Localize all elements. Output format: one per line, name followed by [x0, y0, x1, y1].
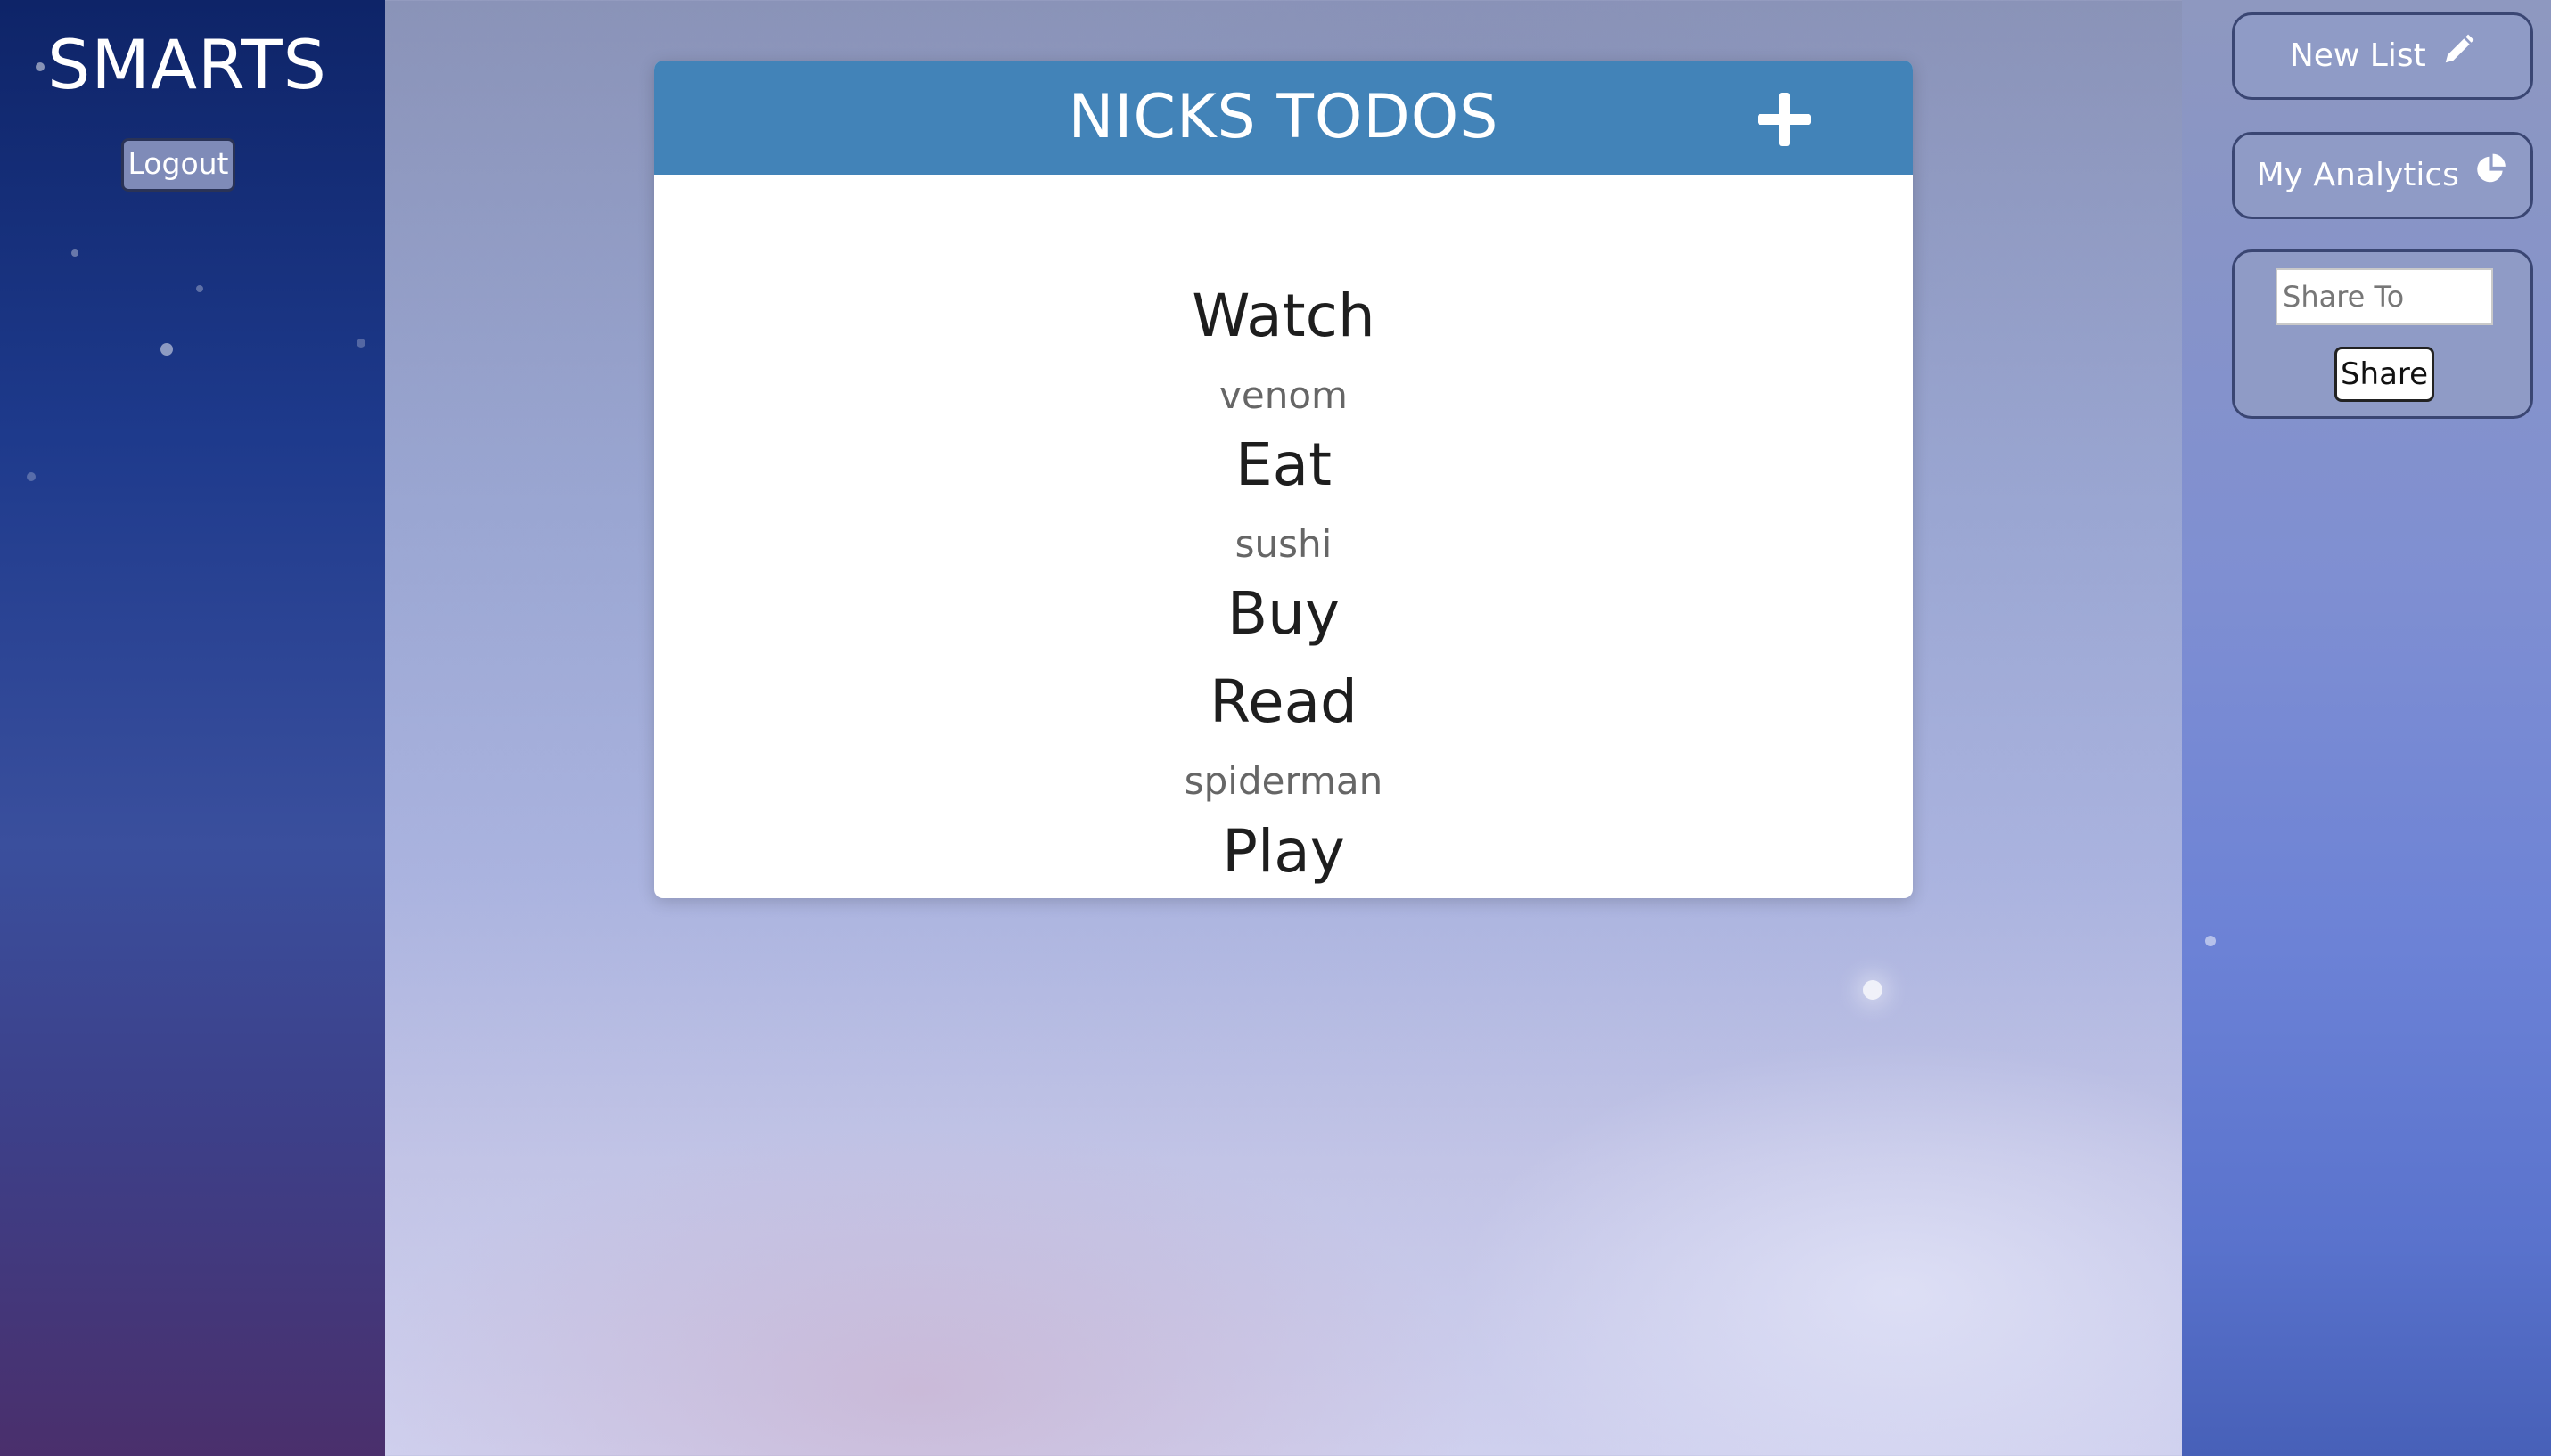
left-sidebar: SMARTS Logout: [0, 0, 385, 1456]
plus-icon[interactable]: [1758, 93, 1811, 146]
todo-item-detail: spiderman: [1184, 759, 1383, 803]
logout-button[interactable]: Logout: [121, 138, 235, 192]
star-decoration: [71, 249, 78, 257]
todo-list-header: NICKS TODOS: [654, 61, 1913, 175]
pencil-icon: [2441, 16, 2475, 98]
todo-items: Watch venom Eat sushi Buy Read spiderman…: [654, 175, 1913, 898]
todo-item[interactable]: Watch: [654, 282, 1913, 350]
share-to-input[interactable]: [2276, 268, 2493, 325]
list-title: NICKS TODOS: [1068, 82, 1499, 152]
star-decoration: [357, 339, 365, 348]
new-list-button[interactable]: New List: [2232, 12, 2533, 100]
app-title: SMARTS: [47, 25, 327, 104]
todo-list-card: NICKS TODOS Watch venom Eat sushi Buy Re…: [654, 61, 1913, 898]
todo-item[interactable]: Play: [654, 817, 1913, 886]
todo-item-detail: venom: [1219, 373, 1348, 417]
todo-item-detail: sushi: [1234, 522, 1333, 566]
share-button[interactable]: Share: [2334, 347, 2434, 402]
star-decoration: [2205, 936, 2216, 946]
share-panel: Share: [2232, 249, 2533, 419]
todo-item[interactable]: Buy: [654, 579, 1913, 648]
my-analytics-label: My Analytics: [2256, 157, 2459, 193]
pie-chart-icon: [2474, 135, 2508, 217]
my-analytics-button[interactable]: My Analytics: [2232, 132, 2533, 219]
star-decoration: [160, 343, 173, 356]
new-list-label: New List: [2289, 37, 2426, 74]
star-decoration: [1863, 980, 1882, 1000]
todo-item[interactable]: Eat: [654, 430, 1913, 499]
star-decoration: [27, 472, 36, 481]
star-decoration: [196, 285, 203, 292]
todo-item[interactable]: Read: [654, 667, 1913, 736]
